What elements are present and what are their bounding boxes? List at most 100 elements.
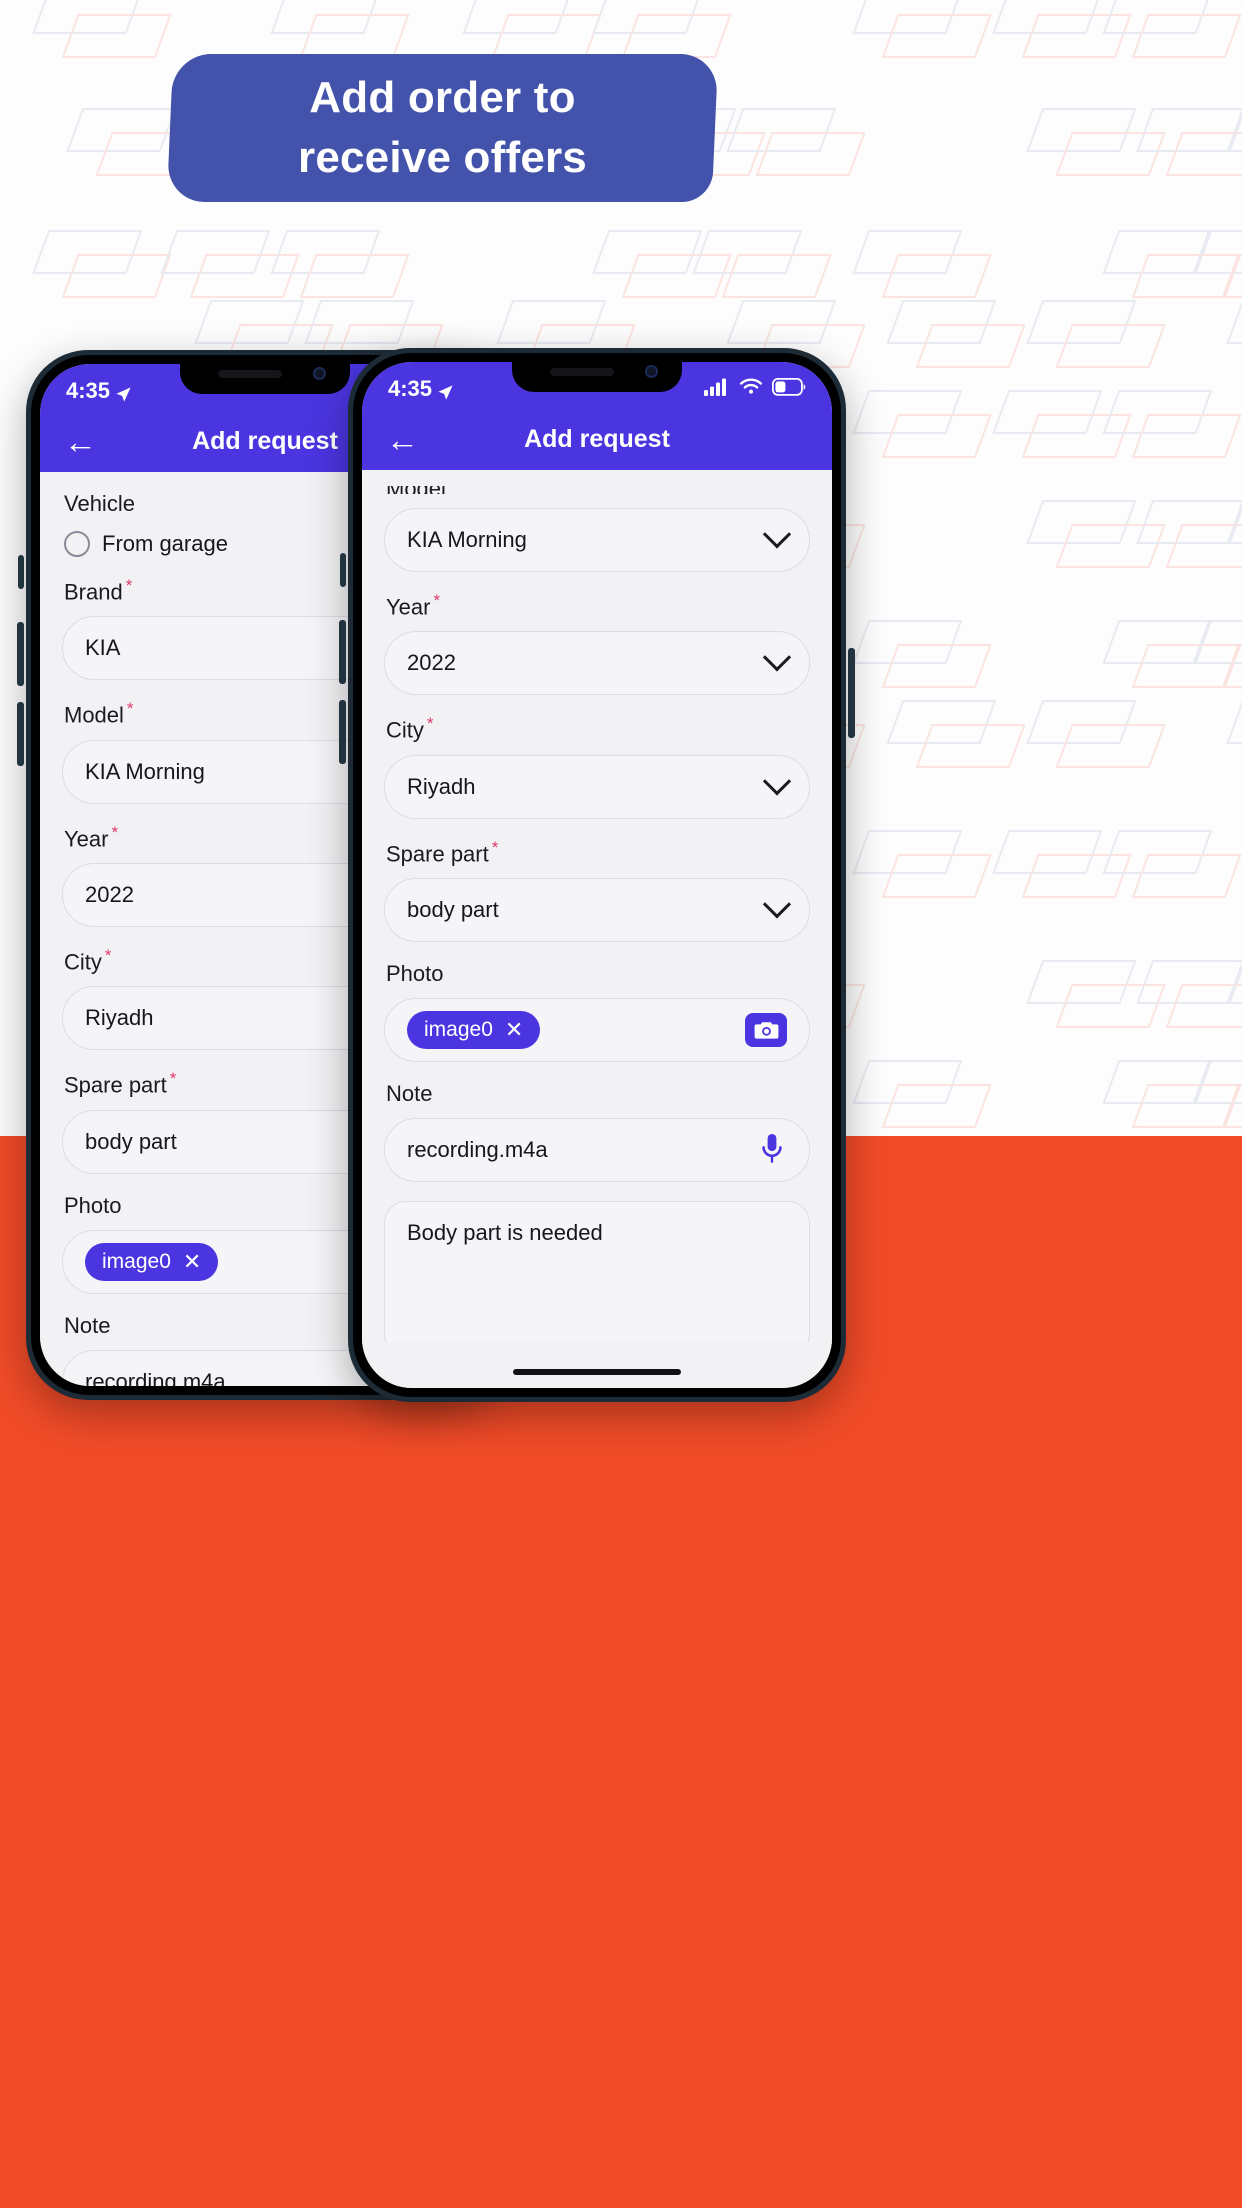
background-pattern-shape bbox=[270, 0, 410, 58]
background-pattern-shape bbox=[1026, 700, 1166, 768]
background-pattern-shape bbox=[1136, 108, 1242, 176]
right-select-spare-part-value: body part bbox=[407, 896, 499, 922]
required-star: * bbox=[433, 591, 441, 610]
left-label-year-text: Year bbox=[64, 825, 109, 851]
background-pattern-shape bbox=[1102, 0, 1242, 58]
right-header: 4:35 ← Add request bbox=[362, 362, 832, 470]
background-pattern-shape bbox=[1226, 300, 1242, 346]
right-photo-chip[interactable]: image0 ✕ bbox=[407, 1010, 541, 1049]
right-select-spare-part[interactable]: body part bbox=[384, 877, 810, 942]
required-star: * bbox=[126, 699, 134, 719]
phone-right-volume-up-button[interactable] bbox=[339, 620, 346, 684]
required-star: * bbox=[111, 822, 119, 842]
background-pattern-shape bbox=[592, 0, 732, 58]
background-pattern-shape bbox=[852, 620, 992, 688]
chevron-down-icon[interactable] bbox=[762, 643, 792, 672]
right-form: Model KIA Morning Year* 2022 City* bbox=[362, 486, 832, 1388]
required-star: * bbox=[426, 714, 434, 734]
radio-option-from-garage[interactable]: From garage bbox=[64, 531, 386, 557]
close-icon[interactable]: ✕ bbox=[505, 1018, 523, 1041]
background-pattern-shape bbox=[852, 0, 992, 58]
wifi-icon bbox=[739, 376, 763, 402]
phone-right-power-button[interactable] bbox=[848, 648, 855, 738]
phone-right-bezel: 4:35 ← Add request KIA Morning Year * 20… bbox=[353, 353, 841, 1397]
front-camera-icon bbox=[645, 365, 658, 378]
background-pattern-shape bbox=[886, 300, 1026, 368]
background-pattern-shape bbox=[852, 830, 992, 898]
right-select-model-value: KIA Morning bbox=[407, 527, 527, 552]
background-pattern-shape bbox=[1226, 700, 1242, 746]
back-arrow-icon[interactable]: ← bbox=[386, 423, 419, 456]
background-pattern-shape bbox=[496, 300, 636, 368]
background-pattern-shape bbox=[992, 390, 1132, 458]
left-label-brand-text: Brand bbox=[64, 579, 123, 605]
right-label-note: Note bbox=[386, 1080, 433, 1106]
right-label-city: City * bbox=[386, 714, 810, 743]
left-notch bbox=[180, 364, 350, 394]
background-pattern-shape bbox=[32, 0, 172, 58]
earpiece-speaker-icon bbox=[218, 370, 282, 378]
background-pattern-shape bbox=[1026, 500, 1166, 568]
right-textarea[interactable]: Body part is needed bbox=[384, 1200, 810, 1356]
background-pattern-shape bbox=[462, 0, 602, 58]
background-pattern-shape bbox=[160, 230, 300, 298]
background-pattern-shape bbox=[726, 108, 866, 176]
right-select-year[interactable]: 2022 bbox=[384, 631, 810, 696]
left-photo-chip[interactable]: image0 ✕ bbox=[85, 1242, 219, 1281]
home-indicator[interactable] bbox=[513, 1369, 681, 1375]
right-label-city-text: City bbox=[386, 717, 424, 743]
background-pattern-shape bbox=[194, 300, 334, 368]
right-note-field[interactable]: recording.m4a bbox=[384, 1117, 810, 1182]
earpiece-speaker-icon bbox=[550, 368, 614, 376]
required-star: * bbox=[125, 576, 133, 595]
right-label-spare-part: Spare part * bbox=[386, 838, 810, 867]
background-pattern-shape bbox=[726, 300, 866, 368]
left-photo-chip-label: image0 bbox=[102, 1249, 171, 1273]
right-select-city[interactable]: Riyadh bbox=[384, 754, 810, 819]
required-star: * bbox=[491, 837, 499, 857]
required-star: * bbox=[169, 1069, 177, 1089]
background-pattern-shape bbox=[1102, 830, 1242, 898]
microphone-icon[interactable] bbox=[761, 1133, 787, 1167]
location-arrow-icon bbox=[437, 381, 454, 400]
phone-left-volume-up-button[interactable] bbox=[17, 622, 24, 686]
close-icon[interactable]: ✕ bbox=[183, 1250, 201, 1273]
background-pattern-shape bbox=[270, 230, 410, 298]
right-photo-field[interactable]: image0 ✕ bbox=[384, 997, 810, 1062]
left-label-city-text: City bbox=[64, 949, 102, 975]
left-label-model-text: Model bbox=[64, 702, 124, 728]
right-photo-chip-wrap: image0 ✕ bbox=[407, 1010, 745, 1049]
chevron-down-icon[interactable] bbox=[762, 520, 792, 549]
background-pattern-shape bbox=[304, 300, 444, 368]
front-camera-icon bbox=[313, 367, 326, 380]
back-arrow-icon[interactable]: ← bbox=[64, 425, 97, 458]
phone-right-volume-down-button[interactable] bbox=[339, 700, 346, 764]
right-label-spare-part-text: Spare part bbox=[386, 840, 489, 866]
chevron-down-icon[interactable] bbox=[762, 766, 792, 796]
right-label-year: Year * bbox=[386, 591, 810, 620]
background-pattern-shape bbox=[32, 230, 172, 298]
background-pattern-shape bbox=[1026, 108, 1166, 176]
phone-left-volume-down-button[interactable] bbox=[17, 702, 24, 766]
chevron-down-icon[interactable] bbox=[762, 890, 792, 919]
headline-line-1: Add order to bbox=[309, 73, 576, 123]
right-form-sheet: Model KIA Morning Year* 2022 City* bbox=[362, 486, 832, 1388]
right-select-year-value: 2022 bbox=[407, 650, 456, 676]
background-pattern-shape bbox=[1026, 300, 1166, 368]
background-pattern-shape bbox=[1026, 960, 1166, 1028]
left-label-spare-part-text: Spare part bbox=[64, 1072, 167, 1098]
background-pattern-shape bbox=[592, 230, 732, 298]
right-notch bbox=[512, 362, 682, 392]
phone-right-mute-button[interactable] bbox=[340, 553, 346, 587]
radio-from-garage-label: From garage bbox=[102, 531, 228, 556]
background-pattern-shape bbox=[992, 830, 1132, 898]
phone-left-mute-button[interactable] bbox=[18, 555, 24, 589]
headline-line-2: receive offers bbox=[298, 133, 587, 182]
background-pattern-shape bbox=[886, 700, 1026, 768]
camera-icon[interactable] bbox=[745, 1012, 787, 1047]
right-textarea-value: Body part is needed bbox=[407, 1219, 603, 1245]
right-select-model[interactable]: KIA Morning bbox=[384, 508, 810, 572]
radio-from-garage-icon[interactable] bbox=[64, 531, 90, 557]
background-pattern-shape bbox=[1136, 500, 1242, 568]
phone-mockup-right: 4:35 ← Add request KIA Morning Year * 20… bbox=[339, 348, 855, 1402]
